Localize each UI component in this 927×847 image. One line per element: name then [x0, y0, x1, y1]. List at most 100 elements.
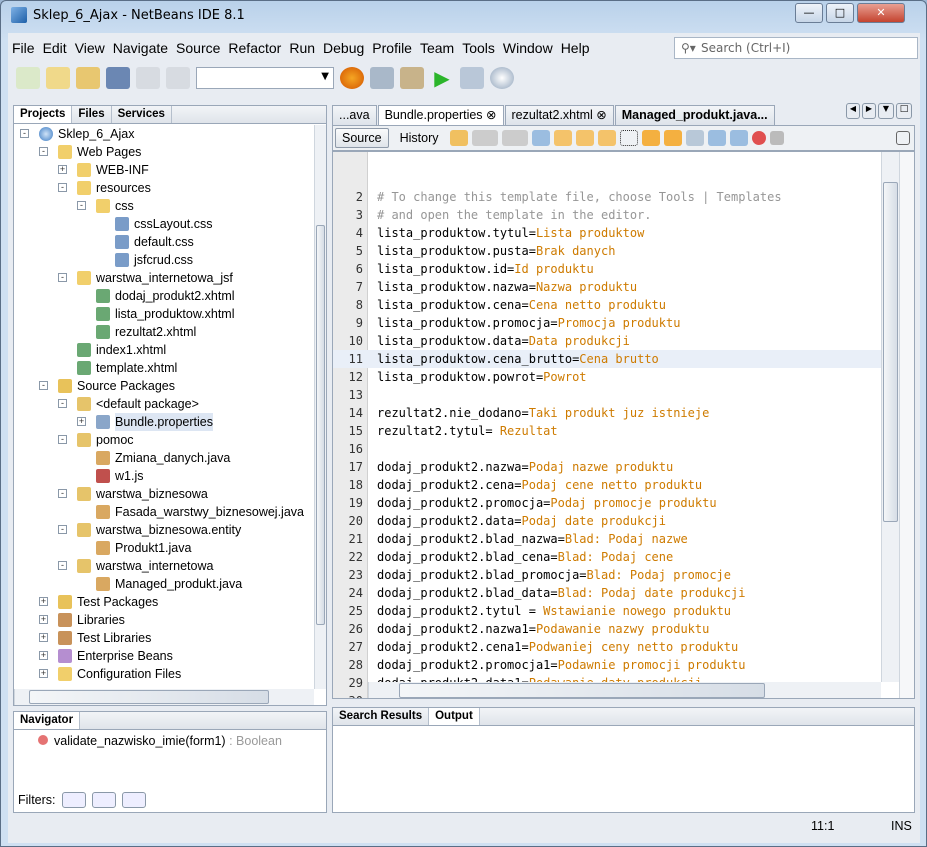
minimize-button[interactable]: —	[795, 3, 823, 23]
editor-horizontal-scrollbar[interactable]	[368, 682, 881, 698]
collapse-icon[interactable]: -	[58, 435, 67, 444]
find-icon[interactable]	[531, 130, 550, 146]
previous-bookmark-icon[interactable]	[641, 130, 660, 146]
tree-item[interactable]: Fasada_warstwy_biznesowej.java	[14, 503, 314, 521]
menu-help[interactable]: Help	[557, 37, 594, 59]
expand-icon[interactable]: +	[39, 651, 48, 660]
filter-private-icon[interactable]	[121, 792, 146, 808]
browser-icon[interactable]	[340, 67, 364, 89]
menu-profile[interactable]: Profile	[368, 37, 416, 59]
tree-item[interactable]: - Sklep_6_Ajax	[14, 125, 314, 143]
tree-item[interactable]: - Web Pages	[14, 143, 314, 161]
find-next-icon[interactable]	[575, 130, 594, 146]
save-all-icon[interactable]	[106, 67, 130, 89]
toggle-bookmark-icon[interactable]	[685, 130, 704, 146]
tree-item[interactable]: w1.js	[14, 467, 314, 485]
tree-item[interactable]: - warstwa_biznesowa	[14, 485, 314, 503]
stop-macro-icon[interactable]	[769, 131, 784, 145]
expand-icon[interactable]: +	[39, 597, 48, 606]
tree-item[interactable]: + Test Libraries	[14, 629, 314, 647]
collapse-icon[interactable]: -	[58, 183, 67, 192]
build-icon[interactable]	[370, 67, 394, 89]
menu-view[interactable]: View	[71, 37, 109, 59]
profile-icon[interactable]	[490, 67, 514, 89]
menu-source[interactable]: Source	[172, 37, 224, 59]
source-button[interactable]: Source	[335, 128, 389, 148]
tree-item[interactable]: listа_produktow.xhtml	[14, 305, 314, 323]
tree-item[interactable]: - pomoc	[14, 431, 314, 449]
code-editor[interactable]: 3029dodaj_produkt2.data1=Podawanie daty …	[332, 151, 915, 699]
expand-icon[interactable]: +	[39, 615, 48, 624]
tree-item[interactable]: + Bundle.properties	[14, 413, 314, 431]
tree-item[interactable]: cssLayout.css	[14, 215, 314, 233]
undo-icon[interactable]	[136, 67, 160, 89]
filter-fields-icon[interactable]	[61, 792, 86, 808]
start-macro-icon[interactable]	[751, 131, 766, 145]
next-bookmark-icon[interactable]	[663, 130, 682, 146]
collapse-icon[interactable]: -	[39, 381, 48, 390]
tree-item[interactable]: - <default package>	[14, 395, 314, 413]
shift-right-icon[interactable]	[729, 130, 748, 146]
menu-run[interactable]: Run	[285, 37, 319, 59]
toggle-highlight-icon[interactable]	[597, 130, 616, 146]
shift-left-icon[interactable]	[707, 130, 726, 146]
editor-tab[interactable]: rezultat2.xhtml ⊗	[504, 105, 614, 125]
navigator-item[interactable]: validate_nazwisko_imie(form1) : Boolean	[38, 734, 282, 748]
tree-item[interactable]: index1.xhtml	[14, 341, 314, 359]
back-icon[interactable]	[471, 130, 498, 146]
scroll-tabs-left-icon[interactable]: ◀	[846, 103, 860, 119]
find-previous-icon[interactable]	[553, 130, 572, 146]
projects-horizontal-scrollbar[interactable]	[14, 689, 314, 705]
collapse-icon[interactable]: -	[58, 561, 67, 570]
history-button[interactable]: History	[393, 128, 446, 148]
close-button[interactable]: ✕	[857, 3, 905, 23]
collapse-icon[interactable]: -	[58, 525, 67, 534]
new-file-icon[interactable]	[16, 67, 40, 89]
menu-file[interactable]: File	[8, 37, 39, 59]
scroll-tabs-right-icon[interactable]: ▶	[862, 103, 876, 119]
tree-item[interactable]: Produkt1.java	[14, 539, 314, 557]
editor-vertical-scrollbar[interactable]	[881, 152, 899, 682]
new-project-icon[interactable]	[46, 67, 70, 89]
expand-icon[interactable]: +	[77, 417, 86, 426]
tree-item[interactable]: + WEB-INF	[14, 161, 314, 179]
split-editor-icon[interactable]	[896, 131, 910, 145]
editor-tab[interactable]: Bundle.properties ⊗	[377, 105, 504, 125]
tab-navigator[interactable]: Navigator	[14, 712, 81, 729]
tree-item[interactable]: Managed_produkt.java	[14, 575, 314, 593]
tree-item[interactable]: rezultat2.xhtml	[14, 323, 314, 341]
tree-item[interactable]: + Test Packages	[14, 593, 314, 611]
editor-tab[interactable]: ...ava	[332, 105, 377, 125]
menu-window[interactable]: Window	[499, 37, 557, 59]
menu-refactor[interactable]: Refactor	[224, 37, 285, 59]
tree-item[interactable]: jsfcrud.css	[14, 251, 314, 269]
editor-tab[interactable]: Managed_produkt.java...	[614, 105, 775, 125]
collapse-icon[interactable]: -	[58, 273, 67, 282]
menu-edit[interactable]: Edit	[39, 37, 71, 59]
show-opened-documents-icon[interactable]: ▼	[878, 103, 894, 119]
projects-vertical-scrollbar[interactable]	[314, 125, 326, 689]
tree-item[interactable]: - warstwa_internetowa_jsf	[14, 269, 314, 287]
expand-icon[interactable]: +	[58, 165, 67, 174]
last-edit-icon[interactable]	[449, 130, 468, 146]
tree-item[interactable]: default.css	[14, 233, 314, 251]
maximize-button[interactable]: □	[826, 3, 854, 23]
expand-icon[interactable]: +	[39, 669, 48, 678]
debug-icon[interactable]	[460, 67, 484, 89]
collapse-icon[interactable]: -	[20, 129, 29, 138]
menu-navigate[interactable]: Navigate	[109, 37, 172, 59]
search-input[interactable]: ⚲▾ Search (Ctrl+I)	[674, 37, 918, 59]
tree-item[interactable]: dodaj_produkt2.xhtml	[14, 287, 314, 305]
filter-static-icon[interactable]	[91, 792, 116, 808]
tree-item[interactable]: - resources	[14, 179, 314, 197]
collapse-icon[interactable]: -	[77, 201, 86, 210]
rectangular-selection-icon[interactable]	[619, 130, 638, 146]
run-icon[interactable]: ▶	[430, 67, 454, 89]
tree-item[interactable]: - Source Packages	[14, 377, 314, 395]
tree-item[interactable]: + Enterprise Beans	[14, 647, 314, 665]
tab-files[interactable]: Files	[72, 106, 112, 123]
open-project-icon[interactable]	[76, 67, 100, 89]
menu-tools[interactable]: Tools	[458, 37, 499, 59]
menu-debug[interactable]: Debug	[319, 37, 368, 59]
tree-item[interactable]: Zmiana_danych.java	[14, 449, 314, 467]
